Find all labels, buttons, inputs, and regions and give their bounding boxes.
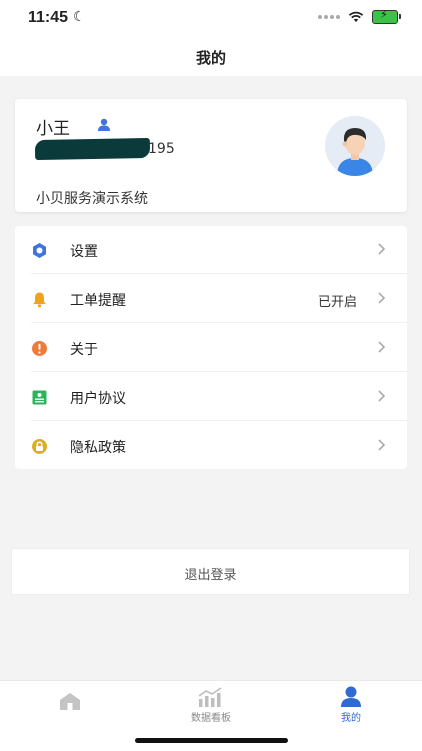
menu-item-about[interactable]: 关于 <box>15 324 407 372</box>
status-bar: 11:45 ☾ ⚡ <box>0 0 422 36</box>
avatar-illustration <box>325 116 385 176</box>
tab-label: 数据看板 <box>191 713 231 724</box>
home-indicator <box>135 738 288 743</box>
chevron-right-icon <box>378 292 386 304</box>
menu-item-settings[interactable]: 设置 <box>15 226 407 274</box>
lock-icon <box>32 439 47 454</box>
logout-button[interactable]: 退出登录 <box>11 548 410 595</box>
chevron-right-icon <box>378 439 386 451</box>
menu-item-work-order-reminder[interactable]: 工单提醒 已开启 <box>15 275 407 323</box>
tab-label: 我的 <box>341 713 361 724</box>
chart-icon <box>198 687 222 707</box>
phone-redaction <box>34 137 151 161</box>
menu-value: 已开启 <box>317 295 357 310</box>
tab-mine[interactable]: 我的 <box>281 681 421 731</box>
menu-label: 用户协议 <box>70 391 126 407</box>
profile-card[interactable]: 小王 195 小贝服务演示系统 <box>15 99 407 212</box>
chevron-right-icon <box>378 341 386 353</box>
divider <box>31 322 407 323</box>
menu-item-privacy-policy[interactable]: 隐私政策 <box>15 422 407 470</box>
bell-icon <box>33 292 46 308</box>
battery-icon: ⚡ <box>372 8 401 24</box>
page-title: 我的 <box>195 49 226 67</box>
menu-label: 关于 <box>70 342 98 358</box>
menu-label: 隐私政策 <box>70 440 126 456</box>
nav-bar: 我的 <box>0 36 422 76</box>
logout-label: 退出登录 <box>184 568 237 583</box>
moon-icon: ☾ <box>73 9 86 25</box>
avatar[interactable] <box>325 116 385 176</box>
gear-icon <box>33 243 46 258</box>
menu-item-user-agreement[interactable]: 用户协议 <box>15 373 407 421</box>
tab-home[interactable] <box>0 681 140 731</box>
user-name: 小王 <box>36 119 70 139</box>
person-icon <box>341 686 361 707</box>
document-icon <box>32 390 47 405</box>
tab-data-dashboard[interactable]: 数据看板 <box>141 681 281 731</box>
user-badge-icon <box>98 118 110 131</box>
chevron-right-icon <box>378 243 386 255</box>
settings-menu: 设置 工单提醒 已开启 关于 用户协议 隐私政策 <box>15 226 407 469</box>
chevron-right-icon <box>378 390 386 402</box>
divider <box>31 420 407 421</box>
status-time: 11:45 <box>28 9 69 26</box>
divider <box>31 273 407 274</box>
status-icons: ⚡ <box>318 8 401 24</box>
menu-label: 设置 <box>70 244 98 260</box>
menu-label: 工单提醒 <box>70 293 126 309</box>
wifi-icon <box>348 11 364 22</box>
info-icon <box>32 341 47 356</box>
company-name: 小贝服务演示系统 <box>36 191 148 207</box>
signal-icon <box>318 15 340 19</box>
divider <box>31 371 407 372</box>
home-icon <box>60 693 80 710</box>
